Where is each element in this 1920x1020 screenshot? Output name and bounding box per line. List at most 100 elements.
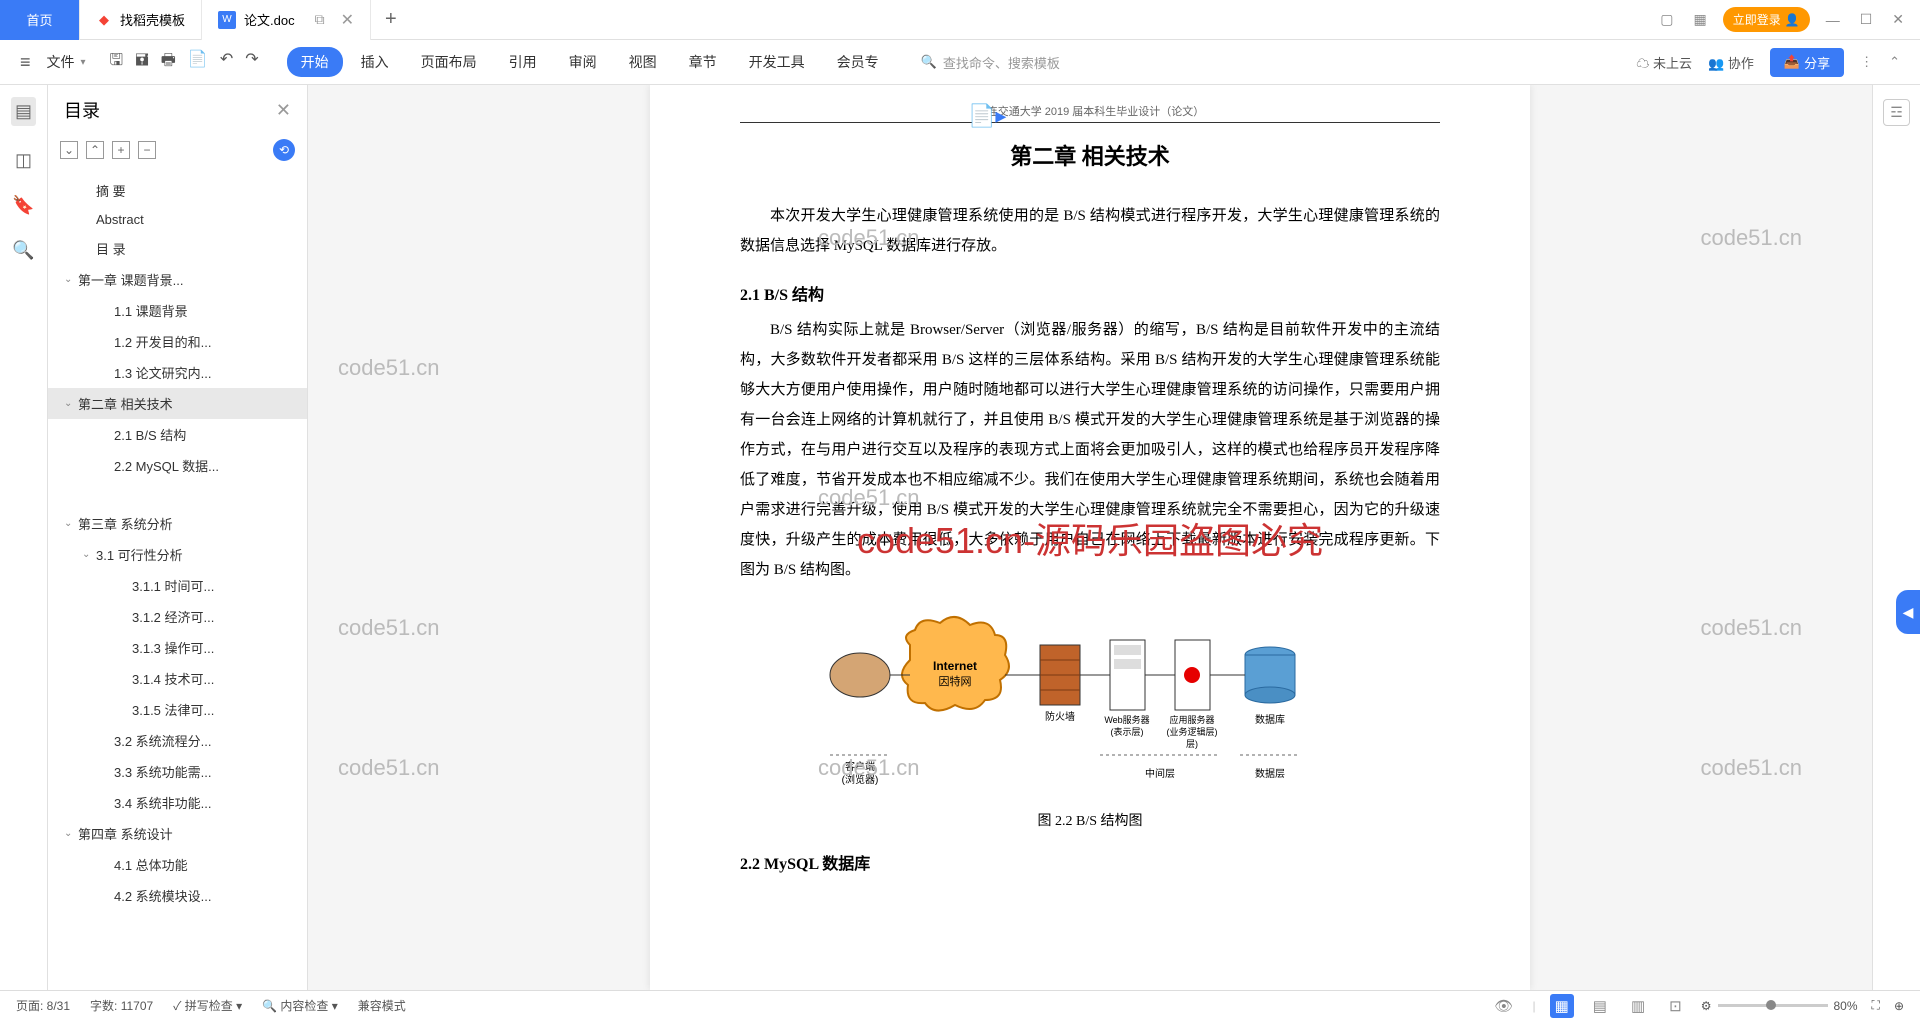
view-outline-icon[interactable]: ▤ <box>1588 994 1612 1018</box>
right-panel-icon[interactable]: ☲ <box>1883 99 1910 126</box>
svg-text:层): 层) <box>1186 739 1198 749</box>
add-heading-icon[interactable]: + <box>112 141 130 159</box>
file-menu[interactable]: 文件▾ <box>39 52 94 72</box>
outline-header: 目录 ✕ <box>48 85 307 135</box>
outline-item[interactable]: ⌄第一章 课题背景... <box>48 264 307 295</box>
page-indicator-icon[interactable]: 📄▸ <box>968 103 1006 129</box>
search-rail-icon[interactable]: 🔍 <box>12 240 34 261</box>
undo-icon[interactable]: ↶ <box>220 49 233 76</box>
collapse-all-icon[interactable]: ⌄ <box>60 141 78 159</box>
ribbon-tab-insert[interactable]: 插入 <box>347 47 403 77</box>
preview-icon[interactable]: 📄 <box>188 49 208 76</box>
outline-item[interactable]: 3.1.1 时间可... <box>48 570 307 601</box>
word-count[interactable]: 字数: 11707 <box>90 997 153 1014</box>
hamburger-icon[interactable]: ≡ <box>20 52 31 73</box>
content-check[interactable]: 🔍 内容检查 ▾ <box>262 997 338 1014</box>
svg-text:Web服务器: Web服务器 <box>1104 714 1149 725</box>
login-button[interactable]: 立即登录👤 <box>1723 7 1810 32</box>
outline-item[interactable]: Abstract <box>48 206 307 233</box>
ribbon-tab-review[interactable]: 审阅 <box>555 47 611 77</box>
bookmark-rail-icon[interactable]: 🔖 <box>12 195 34 216</box>
watermark-small: code51.cn <box>338 355 440 381</box>
outline-item[interactable]: 4.1 总体功能 <box>48 849 307 880</box>
outline-item[interactable]: 1.3 论文研究内... <box>48 357 307 388</box>
outline-item[interactable]: 3.1.4 技术可... <box>48 663 307 694</box>
save-icon[interactable]: 🖫 <box>110 49 124 76</box>
view-web-icon[interactable]: ▥ <box>1626 994 1650 1018</box>
spell-check[interactable]: ✓ 拼写检查 ▾ <box>173 997 242 1014</box>
outline-item[interactable]: 3.3 系统功能需... <box>48 756 307 787</box>
tab-home[interactable]: 首页 <box>0 0 80 40</box>
outline-item[interactable]: 目 录 <box>48 233 307 264</box>
ribbon-tab-view[interactable]: 视图 <box>615 47 671 77</box>
minimize-icon[interactable]: — <box>1822 8 1844 32</box>
outline-item[interactable]: ⌄3.1 可行性分析 <box>48 539 307 570</box>
eye-icon[interactable]: 👁 <box>1489 994 1518 1018</box>
settings-icon[interactable]: ⚙ <box>1701 999 1712 1013</box>
user-icon: 👤 <box>1785 13 1800 27</box>
close-icon[interactable]: ✕ <box>341 10 354 30</box>
ribbon-tab-member[interactable]: 会员专 <box>823 47 893 77</box>
outline-item[interactable]: 3.4 系统非功能... <box>48 787 307 818</box>
watermark-small: code51.cn <box>1700 755 1802 781</box>
outline-item[interactable]: ⌄第三章 系统分析 <box>48 508 307 539</box>
outline-item[interactable]: 3.1.5 法律可... <box>48 694 307 725</box>
print-icon[interactable]: 🖶 <box>161 49 176 76</box>
collapse-icon[interactable]: ⌃ <box>1889 54 1900 70</box>
outline-item[interactable]: 2.2 MySQL 数据... <box>48 450 307 481</box>
outline-item[interactable]: ⌄第四章 系统设计 <box>48 818 307 849</box>
layout1-icon[interactable]: ▢ <box>1656 7 1677 32</box>
document-page: 大连交通大学 2019 届本科生毕业设计（论文） 第二章 相关技术 本次开发大学… <box>650 85 1530 990</box>
view-page-icon[interactable]: ▦ <box>1550 994 1574 1018</box>
outline-rail-icon[interactable]: ▤ <box>11 97 36 126</box>
compat-mode: 兼容模式 <box>358 997 406 1014</box>
outline-item[interactable]: ⌄第二章 相关技术 <box>48 388 307 419</box>
share-button[interactable]: 📤 分享 <box>1770 48 1844 77</box>
ribbon-tab-dev[interactable]: 开发工具 <box>735 47 819 77</box>
outline-item[interactable] <box>48 481 307 508</box>
document-area[interactable]: 📄▸ code51.cn code51.cn code51.cn code51.… <box>308 85 1872 990</box>
sync-icon[interactable]: ⟲ <box>273 139 295 161</box>
outline-item[interactable]: 4.2 系统模块设... <box>48 880 307 911</box>
save-as-icon[interactable]: 🖬 <box>135 49 149 76</box>
ribbon-tab-references[interactable]: 引用 <box>495 47 551 77</box>
popout-icon[interactable]: ⧉ <box>315 11 325 28</box>
section-2-2-title: 2.2 MySQL 数据库 <box>740 850 1440 874</box>
view-read-icon[interactable]: ⊡ <box>1664 994 1687 1018</box>
close-outline-icon[interactable]: ✕ <box>276 100 291 121</box>
outline-item[interactable]: 3.1.2 经济可... <box>48 601 307 632</box>
zoom-value[interactable]: 80% <box>1834 999 1858 1013</box>
maximize-icon[interactable]: ☐ <box>1856 7 1877 32</box>
outline-item[interactable]: 1.2 开发目的和... <box>48 326 307 357</box>
zoom-control[interactable]: ⚙ 80% <box>1701 999 1858 1013</box>
coop-button[interactable]: 👥 协作 <box>1708 53 1754 72</box>
more-icon[interactable]: ⋮ <box>1860 54 1873 70</box>
outline-item[interactable]: 3.2 系统流程分... <box>48 725 307 756</box>
tab-document[interactable]: W 论文.doc ⧉ ✕ <box>202 0 371 40</box>
fit-icon[interactable]: ⊕ <box>1894 999 1904 1013</box>
outline-item[interactable]: 1.1 课题背景 <box>48 295 307 326</box>
outline-item[interactable]: 摘 要 <box>48 175 307 206</box>
ribbon-tab-start[interactable]: 开始 <box>287 47 343 77</box>
zoom-slider[interactable] <box>1718 1004 1828 1007</box>
fullscreen-icon[interactable]: ⛶ <box>1872 998 1880 1013</box>
search-box[interactable]: 🔍 查找命令、搜索模板 <box>921 53 1060 72</box>
ribbon-tab-layout[interactable]: 页面布局 <box>407 47 491 77</box>
remove-heading-icon[interactable]: − <box>138 141 156 159</box>
ribbon-tab-section[interactable]: 章节 <box>675 47 731 77</box>
expand-all-icon[interactable]: ⌃ <box>86 141 104 159</box>
page-count[interactable]: 页面: 8/31 <box>16 997 70 1014</box>
cloud-status[interactable]: ☁ 未上云 <box>1636 53 1692 72</box>
outline-item[interactable]: 2.1 B/S 结构 <box>48 419 307 450</box>
add-tab-button[interactable]: + <box>371 8 411 31</box>
nav-rail-icon[interactable]: ◫ <box>15 150 32 171</box>
left-rail: ▤ ◫ 🔖 🔍 <box>0 85 48 990</box>
feedback-tab[interactable]: ◀ <box>1896 590 1920 634</box>
redo-icon[interactable]: ↷ <box>245 49 258 76</box>
close-window-icon[interactable]: ✕ <box>1888 7 1908 32</box>
tab-template[interactable]: ◆ 找稻壳模板 <box>80 0 202 40</box>
outline-item[interactable]: 3.1.3 操作可... <box>48 632 307 663</box>
page-header: 大连交通大学 2019 届本科生毕业设计（论文） <box>740 103 1440 123</box>
watermark-small: code51.cn <box>818 755 920 781</box>
layout2-icon[interactable]: ▦ <box>1690 7 1711 32</box>
